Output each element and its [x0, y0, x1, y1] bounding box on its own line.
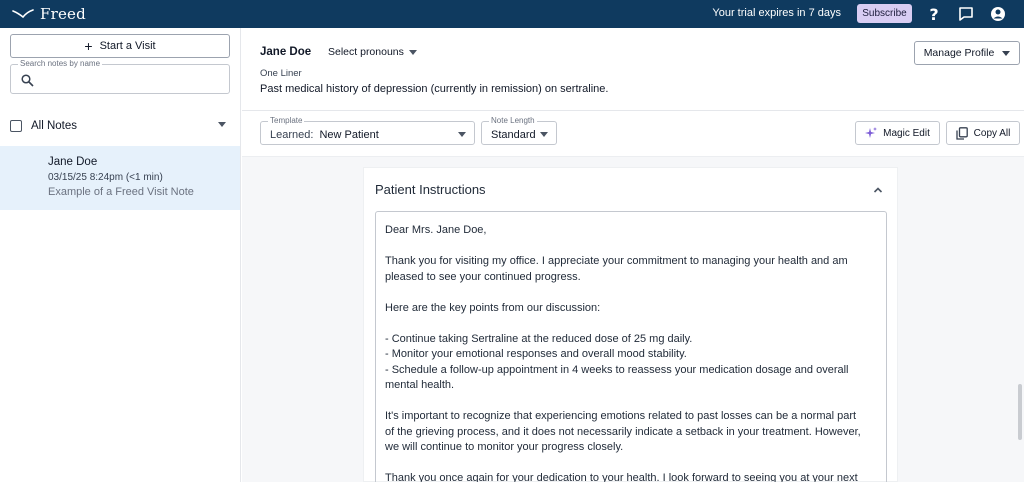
list-item[interactable]: Jane Doe 03/15/25 8:24pm (<1 min) Exampl… [0, 146, 240, 210]
patient-name: Jane Doe [260, 46, 312, 58]
chat-icon[interactable] [956, 4, 976, 24]
help-glyph: ? [929, 4, 939, 24]
scrollbar[interactable] [1018, 384, 1022, 440]
copy-icon [956, 126, 968, 140]
start-visit-label: Start a Visit [99, 40, 156, 52]
pronouns-select[interactable]: Select pronouns [328, 46, 417, 58]
manage-profile-button[interactable]: Manage Profile [914, 41, 1020, 65]
select-all-checkbox[interactable] [10, 120, 22, 132]
one-liner-text[interactable]: Past medical history of depression (curr… [260, 83, 608, 95]
note-description: Example of a Freed Visit Note [48, 186, 194, 198]
chevron-down-icon [458, 132, 466, 137]
account-icon[interactable] [988, 4, 1008, 24]
note-length-label: Note Length [489, 116, 537, 125]
magic-edit-button[interactable]: Magic Edit [855, 121, 940, 145]
chevron-down-icon[interactable] [218, 122, 226, 127]
divider [242, 110, 1024, 111]
help-icon[interactable]: ? [924, 4, 944, 24]
instruction-line: Dear Mrs. Jane Doe, [385, 224, 487, 236]
search-label: Search notes by name [18, 59, 103, 68]
all-notes-row[interactable]: All Notes [10, 118, 230, 134]
instruction-line: - Monitor your emotional responses and o… [385, 348, 687, 360]
notes-sidebar: + Start a Visit Search notes by name All… [0, 28, 241, 482]
chevron-down-icon [1002, 50, 1011, 56]
template-name: New Patient [319, 129, 379, 141]
note-patient-name: Jane Doe [48, 156, 98, 168]
trial-notice: Your trial expires in 7 days [712, 7, 841, 19]
chevron-down-icon [540, 132, 548, 137]
instructions-textarea[interactable]: Dear Mrs. Jane Doe, Thank you for visitin… [375, 211, 887, 482]
instruction-line: - Continue taking Sertraline at the redu… [385, 332, 693, 345]
instruction-line: It's important to recognize that experie… [385, 410, 857, 422]
start-visit-button[interactable]: + Start a Visit [10, 34, 230, 58]
template-prefix: Learned: [270, 129, 314, 141]
note-length-value: Standard [491, 129, 536, 141]
chevron-up-icon[interactable] [871, 183, 885, 197]
copy-all-label: Copy All [973, 127, 1011, 139]
section-title: Patient Instructions [375, 182, 486, 197]
pronouns-label: Select pronouns [328, 46, 404, 58]
copy-all-button[interactable]: Copy All [946, 121, 1020, 145]
search-icon [21, 74, 34, 87]
one-liner-label: One Liner [260, 68, 302, 79]
subscribe-button[interactable]: Subscribe [857, 4, 912, 23]
instruction-line: of the grieving process, and it does not… [385, 425, 861, 438]
instruction-line: we will continue to monitor your progres… [385, 441, 624, 453]
instruction-line: pleased to see your continued progress. [385, 270, 581, 283]
magic-edit-label: Magic Edit [883, 127, 930, 139]
freed-logo-icon [12, 9, 34, 19]
search-input[interactable]: Search notes by name [10, 59, 230, 94]
note-date: 03/15/25 8:24pm (<1 min) [48, 172, 163, 183]
instruction-line: Thank you for visiting my office. I appr… [385, 255, 848, 267]
template-value: Learned: New Patient [270, 129, 379, 141]
instruction-line: Thank you once again for your dedication… [385, 472, 858, 482]
template-label: Template [268, 116, 305, 125]
freed-logo[interactable]: Freed [12, 5, 86, 23]
logo-text: Freed [40, 5, 86, 23]
instruction-line: mental health. [385, 379, 455, 391]
template-select[interactable]: Template Learned: New Patient [260, 116, 475, 145]
instruction-line: - Schedule a follow-up appointment in 4 … [385, 363, 849, 376]
top-bar: Freed Your trial expires in 7 days Subsc… [0, 0, 1024, 28]
sparkle-icon [865, 127, 878, 138]
all-notes-label: All Notes [31, 120, 78, 132]
manage-profile-label: Manage Profile [923, 47, 995, 59]
chevron-down-icon [408, 49, 417, 55]
plus-icon: + [84, 38, 93, 54]
instruction-line: Here are the key points from our discuss… [385, 301, 601, 314]
note-length-select[interactable]: Note Length Standard [481, 116, 557, 145]
